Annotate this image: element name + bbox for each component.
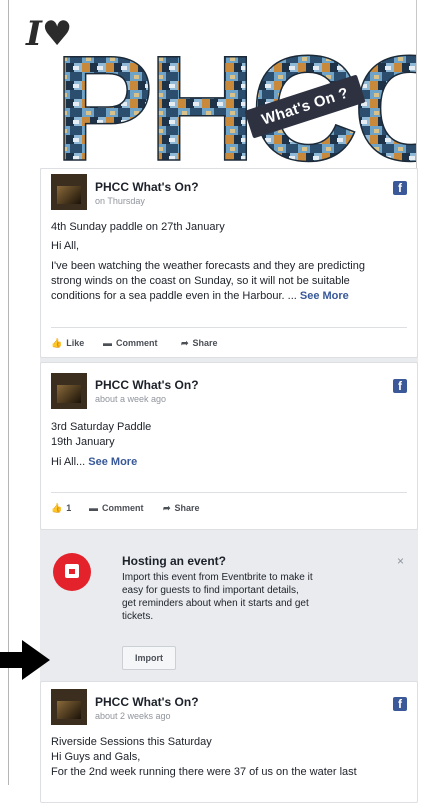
post-card: PHCC What's On? about a week ago f 3rd S…	[40, 362, 418, 530]
close-icon[interactable]: ×	[397, 554, 404, 568]
comment-icon: ▬	[89, 503, 98, 513]
post-text-line: conditions for a sea paddle even in the …	[51, 290, 349, 302]
post-author[interactable]: PHCC What's On?	[95, 695, 199, 709]
see-more-link[interactable]: See More	[300, 290, 349, 302]
share-button[interactable]: ➦ Share	[181, 338, 218, 349]
post-card: PHCC What's On? on Thursday f 4th Sunday…	[40, 168, 418, 358]
calendar-icon	[53, 553, 91, 591]
like-button[interactable]: 👍 Like	[51, 338, 84, 349]
post-text-line: I've been watching the weather forecasts…	[51, 260, 365, 272]
thumbs-up-icon: 👍	[51, 338, 63, 348]
post-text-line: 19th January	[51, 436, 115, 448]
share-icon: ➦	[181, 338, 189, 348]
facebook-feed: PHCC What's On? on Thursday f 4th Sunday…	[40, 168, 418, 803]
avatar[interactable]	[51, 373, 87, 409]
event-import-prompt: Hosting an event? Import this event from…	[40, 535, 418, 675]
comment-button[interactable]: ▬ Comment	[89, 503, 144, 513]
post-text-line: Riverside Sessions this Saturday	[51, 736, 212, 748]
event-prompt-text: get reminders about when it starts and g…	[122, 598, 309, 609]
post-timestamp[interactable]: about a week ago	[95, 394, 166, 404]
share-button[interactable]: ➦ Share	[163, 503, 200, 514]
post-text-line: Hi Guys and Gals,	[51, 751, 141, 763]
arrow-right-icon	[0, 640, 50, 680]
see-more-link[interactable]: See More	[88, 456, 137, 468]
post-text-line: For the 2nd week running there were 37 o…	[51, 766, 357, 778]
thumbs-up-icon: 👍	[51, 503, 63, 513]
avatar[interactable]	[51, 174, 87, 210]
post-text-line: Hi All... See More	[51, 456, 137, 468]
facebook-icon[interactable]: f	[393, 697, 407, 711]
post-timestamp[interactable]: on Thursday	[95, 196, 145, 206]
header-banner: PHCC I♥ What's On ?	[10, 0, 416, 168]
import-button[interactable]: Import	[122, 646, 176, 670]
event-prompt-text: Import this event from Eventbrite to mak…	[122, 572, 313, 583]
divider	[51, 492, 407, 493]
event-prompt-title: Hosting an event?	[122, 554, 227, 568]
comment-icon: ▬	[103, 338, 112, 348]
post-text-line: Hi All,	[51, 240, 80, 252]
post-text-line: 3rd Saturday Paddle	[51, 421, 152, 433]
post-text-line: strong winds on the coast on Sunday, so …	[51, 275, 350, 287]
post-author[interactable]: PHCC What's On?	[95, 180, 199, 194]
post-author[interactable]: PHCC What's On?	[95, 378, 199, 392]
logo-mark: I♥	[26, 14, 73, 54]
event-prompt-text: easy for guests to find important detail…	[122, 585, 299, 596]
facebook-icon[interactable]: f	[393, 181, 407, 195]
event-prompt-text: tickets.	[122, 611, 154, 622]
share-icon: ➦	[163, 503, 171, 513]
post-text-line: 4th Sunday paddle on 27th January	[51, 221, 225, 233]
post-text-line-end: conditions for a sea paddle even in the …	[51, 290, 297, 302]
divider	[51, 327, 407, 328]
facebook-icon[interactable]: f	[393, 379, 407, 393]
comment-button[interactable]: ▬ Comment	[103, 338, 158, 348]
avatar[interactable]	[51, 689, 87, 725]
post-text-line-end: Hi All...	[51, 456, 86, 468]
like-count[interactable]: 👍 1	[51, 503, 71, 514]
post-timestamp[interactable]: about 2 weeks ago	[95, 711, 171, 721]
